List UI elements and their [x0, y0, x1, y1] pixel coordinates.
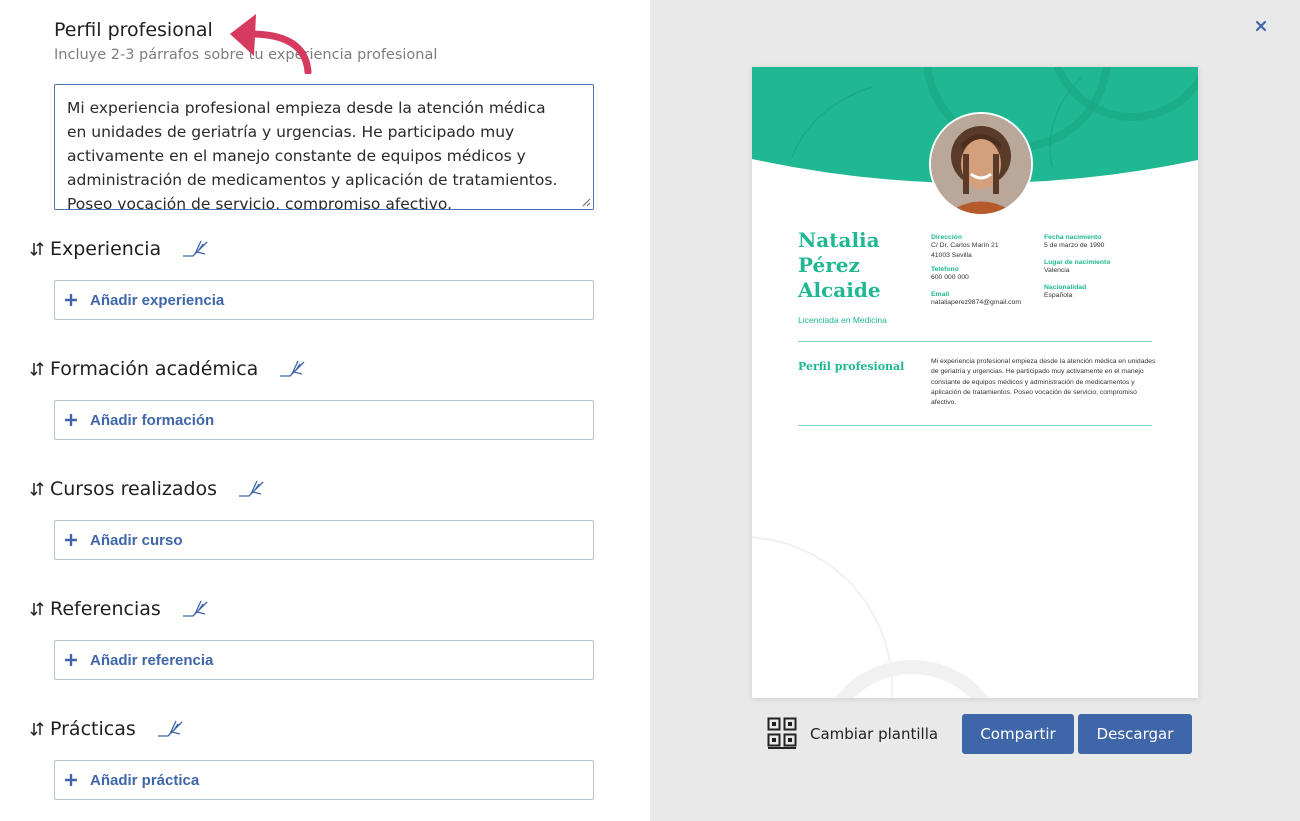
change-template-button[interactable]: Cambiar plantilla: [767, 717, 938, 750]
add-practica-button[interactable]: Añadir práctica: [54, 760, 594, 800]
section-referencias: Referencias: [30, 598, 211, 620]
edit-icon[interactable]: [278, 358, 308, 380]
section-practicas: Prácticas: [30, 718, 186, 740]
sort-icon[interactable]: [30, 600, 44, 618]
section-title-experiencia: Experiencia: [50, 238, 162, 260]
add-formacion-button[interactable]: Añadir formación: [54, 400, 594, 440]
cv-bottom-decoration: [752, 536, 989, 698]
edit-icon[interactable]: [181, 598, 211, 620]
profile-text: Mi experiencia profesional empieza desde…: [67, 99, 558, 210]
template-icon: [767, 717, 797, 749]
section-cursos: Cursos realizados: [30, 478, 267, 500]
plus-icon: [65, 414, 77, 426]
close-icon[interactable]: [1255, 20, 1267, 32]
section-experiencia: Experiencia: [30, 238, 211, 260]
edit-icon[interactable]: [237, 478, 267, 500]
sort-icon[interactable]: [30, 720, 44, 738]
section-formacion: Formación académica: [30, 358, 308, 380]
plus-icon: [65, 654, 77, 666]
add-curso-button[interactable]: Añadir curso: [54, 520, 594, 560]
change-template-label: Cambiar plantilla: [810, 724, 939, 743]
section-title-practicas: Prácticas: [50, 718, 136, 740]
editor-panel: Perfil profesional Incluye 2-3 párrafos …: [0, 0, 650, 821]
sort-icon[interactable]: [30, 480, 44, 498]
edit-icon[interactable]: [181, 238, 211, 260]
arrow-annotation-icon: [230, 14, 312, 74]
resize-handle-icon[interactable]: [582, 198, 591, 207]
add-formacion-label: Añadir formación: [90, 411, 215, 429]
section-title-referencias: Referencias: [50, 598, 161, 620]
edit-icon[interactable]: [156, 718, 186, 740]
download-button[interactable]: Descargar: [1078, 714, 1192, 754]
add-experiencia-button[interactable]: Añadir experiencia: [54, 280, 594, 320]
profile-textarea[interactable]: Mi experiencia profesional empieza desde…: [54, 84, 594, 210]
add-referencia-button[interactable]: Añadir referencia: [54, 640, 594, 680]
cv-preview[interactable]: Natalia Pérez Alcaide Licenciada en Medi…: [752, 67, 1198, 698]
section-title-formacion: Formación académica: [50, 358, 259, 380]
share-button[interactable]: Compartir: [962, 714, 1074, 754]
sort-icon[interactable]: [30, 360, 44, 378]
plus-icon: [65, 294, 77, 306]
plus-icon: [65, 534, 77, 546]
add-practica-label: Añadir práctica: [90, 771, 200, 789]
plus-icon: [65, 774, 77, 786]
sort-icon[interactable]: [30, 240, 44, 258]
add-curso-label: Añadir curso: [90, 531, 183, 549]
add-experiencia-label: Añadir experiencia: [90, 291, 225, 309]
section-title-cursos: Cursos realizados: [50, 478, 218, 500]
add-referencia-label: Añadir referencia: [90, 651, 214, 669]
profile-section-title: Perfil profesional: [54, 19, 213, 41]
